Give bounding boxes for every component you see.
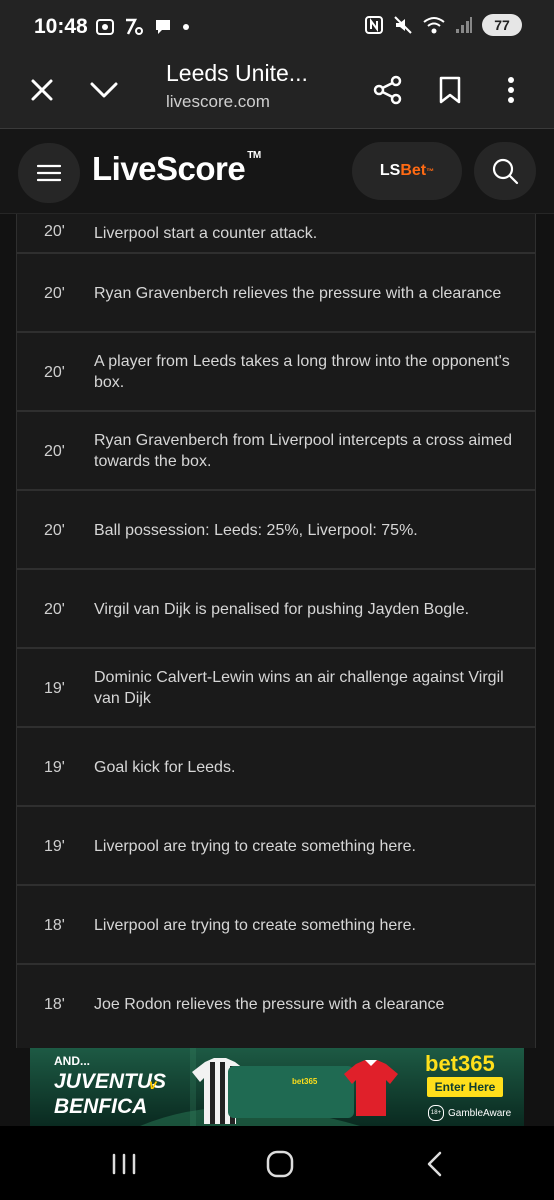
commentary-row: 20' Ryan Gravenberch relieves the pressu…	[16, 253, 536, 332]
commentary-text: Liverpool start a counter attack.	[94, 225, 318, 242]
more-options-button[interactable]	[489, 68, 533, 112]
page-url[interactable]: livescore.com	[166, 92, 270, 112]
lsbet-bet: Bet	[400, 162, 427, 179]
share-icon	[373, 75, 402, 105]
page-title: Leeds Unite...	[166, 60, 308, 86]
search-icon	[492, 158, 519, 185]
close-tab-button[interactable]	[20, 68, 64, 112]
commentary-row: 19' Liverpool are trying to create somet…	[16, 806, 536, 885]
chat-bubble-icon	[156, 20, 170, 34]
commentary-text: Dominic Calvert-Lewin wins an air challe…	[94, 669, 504, 707]
commentary-row: 20' Ryan Gravenberch from Liverpool inte…	[16, 411, 536, 490]
commentary-minute: 18'	[44, 917, 65, 934]
commentary-minute: 18'	[44, 996, 65, 1013]
livescore-logo[interactable]: LiveScore TM	[92, 150, 261, 188]
commentary-row: 18' Liverpool are trying to create somet…	[16, 885, 536, 964]
commentary-minute: 19'	[44, 680, 65, 697]
recent-apps-icon	[112, 1153, 136, 1175]
ad-banner[interactable]: bet365 AND... JUVENTUS v BENFICA bet365 …	[30, 1048, 524, 1126]
commentary-row: 19' Dominic Calvert-Lewin wins an air ch…	[16, 648, 536, 727]
age-badge: 18+	[428, 1105, 444, 1121]
more-vert-icon	[508, 77, 514, 103]
status-icons-left	[95, 17, 191, 37]
hamburger-icon	[37, 164, 61, 182]
commentary-minute: 20'	[44, 223, 65, 240]
ad-and: AND...	[54, 1054, 90, 1068]
commentary-row: 20' A player from Leeds takes a long thr…	[16, 332, 536, 411]
bookmark-button[interactable]	[428, 68, 472, 112]
back-icon	[427, 1151, 442, 1177]
search-button[interactable]	[474, 142, 536, 200]
status-icons-right: 77	[364, 14, 522, 36]
menu-button[interactable]	[18, 143, 80, 203]
commentary-text: Liverpool are trying to create something…	[94, 917, 416, 934]
commentary-minute: 20'	[44, 285, 65, 302]
commentary-minute: 20'	[44, 522, 65, 539]
commentary-text: Liverpool are trying to create something…	[94, 838, 416, 855]
commentary-minute: 20'	[44, 364, 65, 381]
minimize-button[interactable]	[82, 68, 126, 112]
bookmark-icon	[439, 76, 461, 104]
commentary-text: Joe Rodon relieves the pressure with a c…	[94, 996, 445, 1013]
signal-icon	[456, 17, 472, 33]
ad-phone-brand: bet365	[292, 1077, 318, 1086]
commentary-list[interactable]: 20' Liverpool start a counter attack. 20…	[16, 214, 538, 1048]
lsbet-tm: ™	[426, 166, 435, 176]
battery-indicator: 77	[482, 14, 522, 36]
commentary-text: A player from Leeds takes a long throw i…	[94, 353, 510, 391]
gambleaware-text: GambleAware	[448, 1107, 512, 1119]
commentary-text: Ryan Gravenberch from Liverpool intercep…	[94, 432, 512, 470]
status-time: 10:48	[34, 15, 88, 38]
screenshot-icon	[96, 19, 114, 35]
commentary-minute: 20'	[44, 443, 65, 460]
dot-icon	[183, 24, 189, 30]
commentary-row: 20' Virgil van Dijk is penalised for pus…	[16, 569, 536, 648]
ad-vs: v	[149, 1076, 157, 1092]
commentary-row: 18' Joe Rodon relieves the pressure with…	[16, 964, 536, 1048]
commentary-text: Goal kick for Leeds.	[94, 759, 236, 776]
back-button[interactable]	[404, 1144, 464, 1184]
logo-text: LiveScore	[92, 150, 246, 187]
nfc-icon	[365, 16, 383, 34]
ad-enter-button[interactable]: Enter Here	[427, 1077, 503, 1097]
wifi-icon	[423, 17, 445, 34]
commentary-row: 19' Goal kick for Leeds.	[16, 727, 536, 806]
system-nav-bar	[0, 1126, 554, 1200]
commentary-text: Ball possession: Leeds: 25%, Liverpool: …	[94, 522, 418, 539]
commentary-minute: 19'	[44, 759, 65, 776]
ad-brand: bet365	[425, 1051, 495, 1076]
benfica-shirt-icon	[344, 1060, 398, 1116]
status-bar: 10:48 77	[0, 0, 554, 52]
commentary-minute: 20'	[44, 601, 65, 618]
close-icon	[31, 79, 53, 101]
home-button[interactable]	[250, 1144, 310, 1184]
lsbet-button[interactable]: LS Bet ™	[352, 142, 462, 200]
commentary-text: Ryan Gravenberch relieves the pressure w…	[94, 285, 502, 302]
ad-phone-card	[228, 1066, 354, 1118]
percent-app-icon	[126, 18, 143, 35]
share-button[interactable]	[366, 68, 410, 112]
commentary-row: 20' Ball possession: Leeds: 25%, Liverpo…	[16, 490, 536, 569]
chevron-down-icon	[90, 82, 118, 98]
recent-apps-button[interactable]	[94, 1144, 154, 1184]
home-icon	[266, 1150, 294, 1178]
ad-gambleaware: 18+ GambleAware	[428, 1105, 511, 1121]
commentary-text: Virgil van Dijk is penalised for pushing…	[94, 601, 470, 618]
commentary-minute: 19'	[44, 838, 65, 855]
lsbet-ls: LS	[379, 162, 401, 179]
mute-icon	[394, 16, 412, 34]
commentary-row: 20' Liverpool start a counter attack.	[16, 214, 536, 253]
ad-team2: BENFICA	[54, 1095, 148, 1118]
logo-tm: TM	[247, 150, 261, 161]
livescore-header	[0, 129, 554, 214]
